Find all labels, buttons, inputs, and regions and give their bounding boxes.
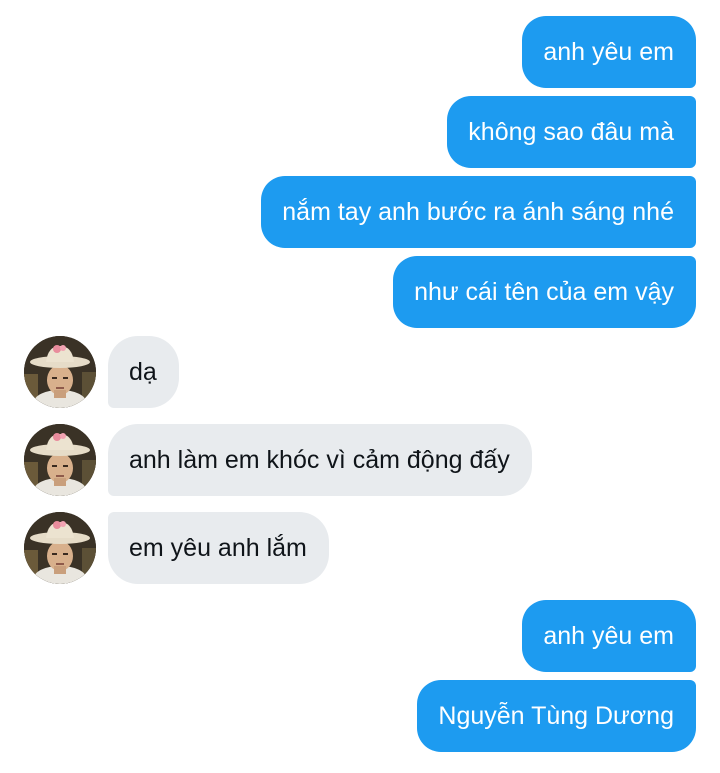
- sender-avatar[interactable]: [24, 336, 96, 408]
- message-text: nắm tay anh bước ra ánh sáng nhé: [282, 197, 674, 226]
- message-text: anh yêu em: [543, 37, 674, 66]
- profile-photo-icon: [24, 512, 96, 584]
- outgoing-message-bubble[interactable]: anh yêu em: [522, 16, 696, 88]
- incoming-message-bubble[interactable]: dạ: [108, 336, 179, 408]
- message-text: dạ: [129, 357, 157, 386]
- message-text: anh làm em khóc vì cảm động đấy: [129, 445, 510, 474]
- sender-avatar[interactable]: [24, 512, 96, 584]
- message-text: em yêu anh lắm: [129, 533, 307, 562]
- message-text: không sao đâu mà: [468, 117, 674, 146]
- profile-photo-icon: [24, 424, 96, 496]
- profile-photo-icon: [24, 336, 96, 408]
- outgoing-message-bubble[interactable]: như cái tên của em vậy: [393, 256, 696, 328]
- message-text: anh yêu em: [543, 621, 674, 650]
- incoming-message-bubble[interactable]: em yêu anh lắm: [108, 512, 329, 584]
- outgoing-message-bubble[interactable]: Nguyễn Tùng Dương: [417, 680, 696, 752]
- outgoing-message-bubble[interactable]: anh yêu em: [522, 600, 696, 672]
- incoming-message-bubble[interactable]: anh làm em khóc vì cảm động đấy: [108, 424, 532, 496]
- outgoing-message-bubble[interactable]: nắm tay anh bước ra ánh sáng nhé: [261, 176, 696, 248]
- message-text: như cái tên của em vậy: [414, 277, 674, 306]
- sender-avatar[interactable]: [24, 424, 96, 496]
- outgoing-message-bubble[interactable]: không sao đâu mà: [447, 96, 696, 168]
- message-text: Nguyễn Tùng Dương: [438, 701, 674, 730]
